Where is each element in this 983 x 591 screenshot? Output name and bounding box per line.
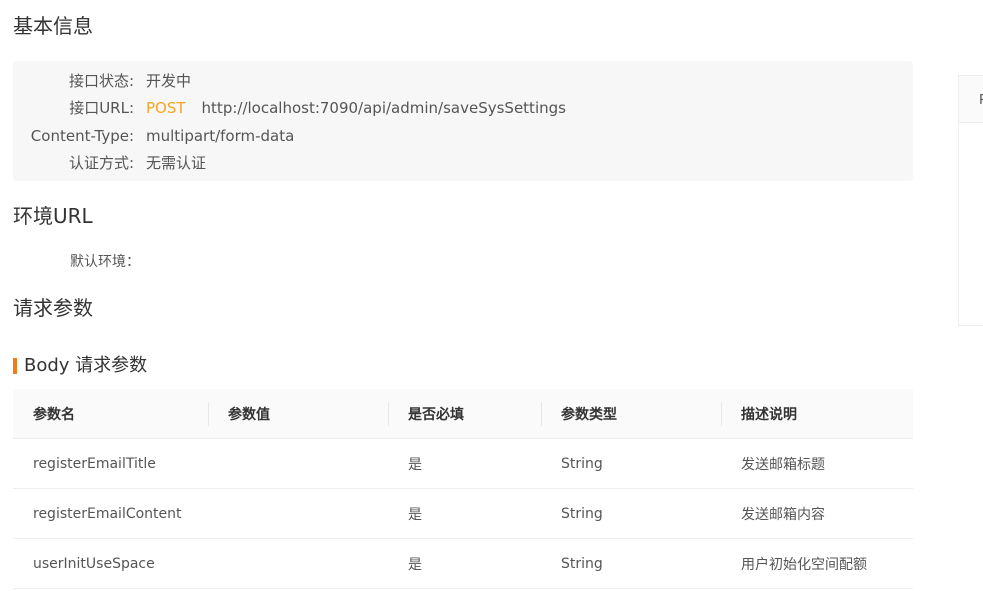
status-label: 接口状态:: [68, 72, 134, 90]
param-desc: 发送邮箱内容: [721, 488, 913, 539]
table-row: registerEmailTitle 是 String 发送邮箱标题: [13, 438, 913, 489]
param-value: [208, 488, 388, 539]
table-row: userInitUseSpace 是 String 用户初始化空间配额: [13, 538, 913, 589]
url-value-wrap: POST http://localhost:7090/api/admin/save…: [146, 97, 566, 119]
content-type-value: multipart/form-data: [146, 127, 295, 145]
body-params-table: 参数名 参数值 是否必填 参数类型 描述说明 registerEmailTitl…: [13, 389, 913, 589]
column-header-desc: 描述说明: [721, 389, 913, 439]
param-required: 是: [388, 538, 541, 589]
param-desc: 用户初始化空间配额: [721, 538, 913, 589]
api-doc-page: 基本信息 接口状态: 开发中 接口URL: POST http://localhost…: [0, 0, 983, 591]
accent-bar: [13, 358, 17, 374]
column-header-name: 参数名: [13, 389, 208, 439]
param-required: 是: [388, 438, 541, 489]
side-panel: R: [958, 75, 983, 326]
table-header-row: 参数名 参数值 是否必填 参数类型 描述说明: [13, 389, 913, 439]
env-url-title: 环境URL: [13, 204, 93, 228]
api-url-text[interactable]: http://localhost:7090/api/admin/saveSysS…: [202, 99, 566, 117]
param-name: registerEmailTitle: [13, 438, 208, 489]
param-type: String: [541, 538, 721, 589]
basic-info-box: 接口状态: 开发中 接口URL: POST http://localhost:7090…: [13, 61, 913, 181]
param-desc: 发送邮箱标题: [721, 438, 913, 489]
side-panel-header: R: [959, 76, 983, 123]
param-type: String: [541, 488, 721, 539]
param-value: [208, 438, 388, 489]
url-row: 接口URL: POST http://localhost:7090/api/admi…: [13, 97, 566, 119]
param-type: String: [541, 438, 721, 489]
param-required: 是: [388, 488, 541, 539]
status-value: 开发中: [146, 72, 192, 90]
request-params-title: 请求参数: [13, 296, 93, 320]
body-params-title: Body 请求参数: [13, 353, 147, 379]
content-type-row: Content-Type: multipart/form-data: [13, 125, 295, 147]
default-env-label: 默认环境：: [70, 254, 140, 270]
url-label: 接口URL:: [69, 99, 134, 117]
param-name: registerEmailContent: [13, 488, 208, 539]
param-name: userInitUseSpace: [13, 538, 208, 589]
body-params-label: Body 请求参数: [24, 355, 148, 376]
table-row: registerEmailContent 是 String 发送邮箱内容: [13, 488, 913, 539]
auth-value: 无需认证: [146, 154, 207, 172]
param-value: [208, 538, 388, 589]
auth-label: 认证方式:: [68, 154, 134, 172]
http-method-badge: POST: [146, 99, 186, 117]
content-type-label: Content-Type:: [30, 127, 134, 145]
basic-info-title: 基本信息: [13, 14, 93, 38]
auth-row: 认证方式: 无需认证: [13, 152, 206, 174]
status-row: 接口状态: 开发中: [13, 70, 191, 92]
column-header-required: 是否必填: [388, 389, 541, 439]
column-header-value: 参数值: [208, 389, 388, 439]
column-header-type: 参数类型: [541, 389, 721, 439]
